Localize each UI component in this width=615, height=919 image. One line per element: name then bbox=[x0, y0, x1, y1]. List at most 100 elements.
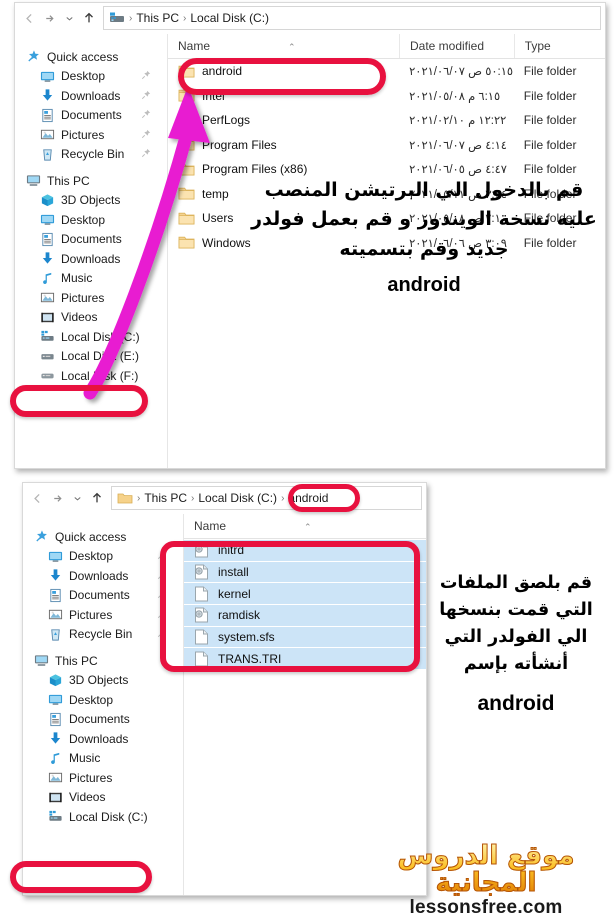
sidebar-item-local-disk-f[interactable]: Local Disk (F:) bbox=[15, 366, 167, 386]
sidebar-item-downloads-pc[interactable]: Downloads bbox=[15, 249, 167, 269]
sidebar-item-pictures-pc[interactable]: Pictures bbox=[23, 768, 183, 788]
file-name-cell[interactable]: android bbox=[168, 63, 399, 79]
sidebar-item-label: Videos bbox=[69, 790, 106, 805]
table-row[interactable]: PerfLogs ١٢:٢٢ م ٢٠٢١/٠٢/١٠ File folder bbox=[168, 108, 605, 133]
pin-icon[interactable] bbox=[141, 89, 151, 103]
file-name-cell[interactable]: Program Files bbox=[168, 137, 399, 153]
table-row[interactable]: system.sfs bbox=[184, 625, 426, 648]
sidebar-item-desktop[interactable]: Desktop bbox=[15, 67, 167, 87]
forward-arrow-icon[interactable] bbox=[47, 487, 67, 509]
sidebar-item-pictures[interactable]: Pictures bbox=[15, 125, 167, 145]
type-cell: File folder bbox=[523, 162, 577, 177]
column-header-name[interactable]: Name ⌃ bbox=[168, 34, 399, 58]
date-modified-cell: ٤:١٤ ص ٢٠٢١/٠٦/٠٧ bbox=[409, 139, 507, 152]
table-row[interactable]: ramdisk bbox=[184, 604, 426, 626]
sidebar-item-label: Documents bbox=[61, 232, 122, 247]
sidebar-item-quick-access[interactable]: Quick access bbox=[15, 47, 167, 67]
sidebar-item-documents[interactable]: Documents bbox=[23, 586, 183, 606]
sidebar-item-downloads[interactable]: Downloads bbox=[15, 86, 167, 106]
breadcrumb-item-android[interactable]: android bbox=[285, 488, 331, 508]
pin-icon[interactable] bbox=[141, 128, 151, 142]
sidebar-item-videos[interactable]: Videos bbox=[15, 308, 167, 328]
sidebar-item-this-pc[interactable]: This PC bbox=[23, 651, 183, 671]
sidebar-item-3d-objects[interactable]: 3D Objects bbox=[15, 191, 167, 211]
file-name-label: kernel bbox=[218, 586, 251, 601]
file-name-cell[interactable]: initrd bbox=[184, 542, 426, 558]
file-name-cell[interactable]: ramdisk bbox=[184, 607, 426, 623]
table-row[interactable]: initrd bbox=[184, 539, 426, 561]
type-cell: File folder bbox=[523, 113, 577, 128]
sidebar-item-downloads-pc[interactable]: Downloads bbox=[23, 729, 183, 749]
table-row[interactable]: kernel bbox=[184, 582, 426, 605]
sidebar-item-music[interactable]: Music bbox=[23, 749, 183, 769]
date-modified-cell: ٤:٤٧ ص ٢٠٢١/٠٦/٠٥ bbox=[409, 164, 507, 177]
file-name-label: system.sfs bbox=[218, 630, 275, 645]
table-row[interactable]: Intel ٦:١٥ م ٢٠٢١/٠٥/٠٨ File folder bbox=[168, 84, 605, 109]
computer-icon bbox=[108, 10, 126, 26]
chevron-down-icon[interactable] bbox=[67, 487, 87, 509]
file-name-cell[interactable]: TRANS.TRI bbox=[184, 651, 426, 667]
file-name-cell[interactable]: install bbox=[184, 564, 426, 580]
download-icon bbox=[39, 251, 55, 267]
sidebar-item-local-disk-c[interactable]: Local Disk (C:) bbox=[23, 807, 183, 827]
pin-icon[interactable] bbox=[141, 69, 151, 83]
sidebar-item-downloads[interactable]: Downloads bbox=[23, 566, 183, 586]
up-arrow-icon[interactable] bbox=[87, 487, 107, 509]
chevron-down-icon[interactable] bbox=[59, 7, 79, 29]
table-row[interactable]: TRANS.TRI bbox=[184, 647, 426, 670]
pin-icon[interactable] bbox=[141, 147, 151, 161]
pin-icon[interactable] bbox=[157, 627, 167, 641]
sidebar-item-local-disk-c[interactable]: Local Disk (C:) bbox=[15, 327, 167, 347]
sidebar-item-pictures[interactable]: Pictures bbox=[23, 605, 183, 625]
sidebar-item-this-pc[interactable]: This PC bbox=[15, 171, 167, 191]
table-row[interactable]: android ٥٠:١٥ ص ٢٠٢١/٠٦/٠٧ File folder bbox=[168, 59, 605, 84]
file-name-label: android bbox=[202, 64, 243, 79]
annotation-line: أنشأته بإسم bbox=[463, 654, 569, 675]
sidebar-item-desktop[interactable]: Desktop bbox=[23, 547, 183, 567]
back-arrow-icon[interactable] bbox=[19, 7, 39, 29]
breadcrumb-item-this-pc[interactable]: This PC bbox=[141, 488, 190, 508]
file-name-cell[interactable]: kernel bbox=[184, 586, 426, 602]
sidebar-item-recycle-bin[interactable]: Recycle Bin bbox=[15, 145, 167, 165]
file-name-label: Intel bbox=[202, 88, 225, 103]
sidebar-item-desktop-pc[interactable]: Desktop bbox=[23, 690, 183, 710]
up-arrow-icon[interactable] bbox=[79, 7, 99, 29]
sidebar-item-music[interactable]: Music bbox=[15, 269, 167, 289]
pin-icon[interactable] bbox=[157, 569, 167, 583]
table-row[interactable]: Program Files ٤:١٤ ص ٢٠٢١/٠٦/٠٧ File folde… bbox=[168, 133, 605, 158]
file-name-label: temp bbox=[202, 186, 229, 201]
file-name-cell[interactable]: system.sfs bbox=[184, 629, 426, 645]
breadcrumb-top[interactable]: › This PC › Local Disk (C:) bbox=[103, 6, 601, 30]
sidebar-item-documents-pc[interactable]: Documents bbox=[15, 230, 167, 250]
pin-icon[interactable] bbox=[157, 588, 167, 602]
sidebar-item-pictures-pc[interactable]: Pictures bbox=[15, 288, 167, 308]
sidebar-item-quick-access[interactable]: Quick access bbox=[23, 527, 183, 547]
file-name-cell[interactable]: PerfLogs bbox=[168, 112, 399, 128]
annotation-line: قم بلصق الملفات bbox=[439, 573, 593, 593]
column-header-date-modified[interactable]: Date modified bbox=[398, 34, 514, 58]
sidebar-item-recycle-bin[interactable]: Recycle Bin bbox=[23, 625, 183, 645]
drive-icon bbox=[39, 368, 55, 384]
column-header-type[interactable]: Type bbox=[513, 34, 605, 58]
sidebar-item-desktop-pc[interactable]: Desktop bbox=[15, 210, 167, 230]
forward-arrow-icon[interactable] bbox=[39, 7, 59, 29]
sidebar-item-local-disk-e[interactable]: Local Disk (E:) bbox=[15, 347, 167, 367]
sidebar-item-label: This PC bbox=[47, 173, 90, 188]
pin-icon[interactable] bbox=[141, 108, 151, 122]
pictures-icon bbox=[39, 290, 55, 306]
pin-icon[interactable] bbox=[157, 549, 167, 563]
column-header-name[interactable]: Name ⌃ bbox=[184, 514, 426, 538]
sidebar-item-documents[interactable]: Documents bbox=[15, 106, 167, 126]
breadcrumb-item-local-disk-c[interactable]: Local Disk (C:) bbox=[187, 8, 272, 28]
sidebar-item-documents-pc[interactable]: Documents bbox=[23, 710, 183, 730]
file-name-cell[interactable]: Program Files (x86) bbox=[168, 161, 399, 177]
sidebar-item-videos[interactable]: Videos bbox=[23, 788, 183, 808]
file-name-cell[interactable]: Intel bbox=[168, 88, 399, 104]
back-arrow-icon[interactable] bbox=[27, 487, 47, 509]
pin-icon[interactable] bbox=[157, 608, 167, 622]
breadcrumb-bottom[interactable]: › This PC › Local Disk (C:) › android bbox=[111, 486, 422, 510]
breadcrumb-item-this-pc[interactable]: This PC bbox=[133, 8, 182, 28]
table-row[interactable]: install bbox=[184, 560, 426, 583]
breadcrumb-item-local-disk-c[interactable]: Local Disk (C:) bbox=[195, 488, 280, 508]
sidebar-item-3d-objects[interactable]: 3D Objects bbox=[23, 671, 183, 691]
